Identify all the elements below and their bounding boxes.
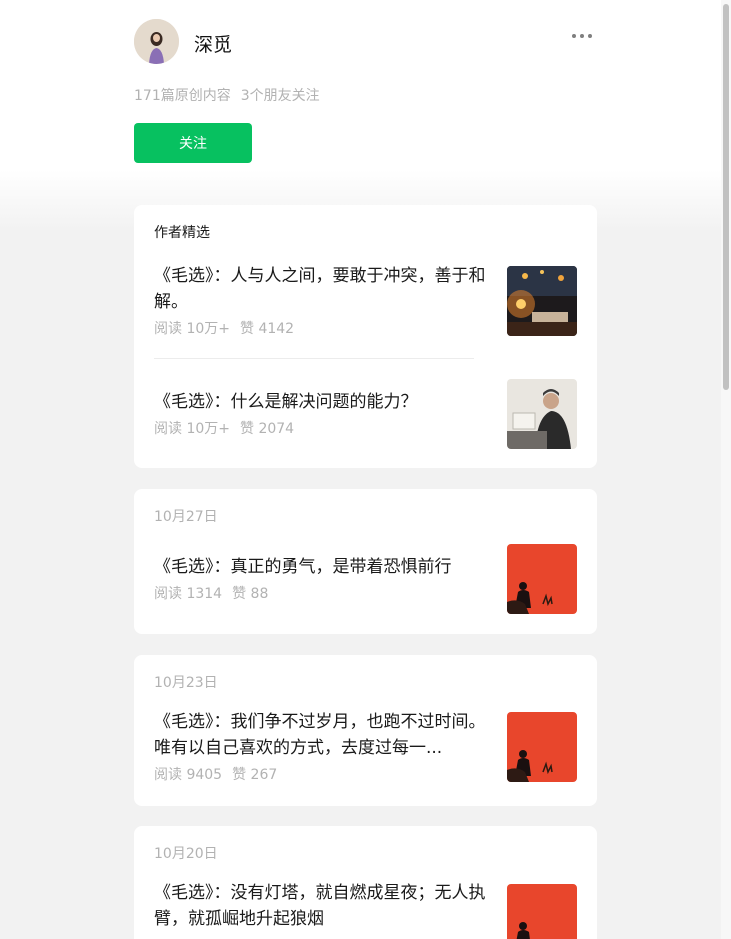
- follow-button[interactable]: 关注: [134, 123, 252, 163]
- read-count: 阅读 10万+: [154, 421, 230, 437]
- read-count: 阅读 1314: [154, 586, 223, 602]
- read-count: 阅读 10万+: [154, 321, 230, 337]
- article-title[interactable]: 《毛选》：人与人之间，要敢于冲突，善于和解。: [154, 263, 490, 315]
- desk-lamp-image[interactable]: [507, 266, 577, 336]
- date-group-card: 10月20日 《毛选》：没有灯塔，就自燃成星夜；无人执臂，就孤崛地升起狼烟: [134, 826, 597, 939]
- scrollbar-thumb[interactable]: [723, 4, 729, 390]
- silhouette-red-image[interactable]: [507, 712, 577, 782]
- silhouette-red-image[interactable]: [507, 544, 577, 614]
- publish-date: 10月20日: [154, 846, 218, 862]
- profile-header: 深觅: [134, 0, 597, 84]
- more-options-icon[interactable]: [572, 34, 592, 38]
- divider: [154, 358, 474, 359]
- account-stats: 171篇原创内容 3个朋友关注: [134, 85, 320, 105]
- date-group-card: 10月27日 《毛选》：真正的勇气，是带着恐惧前行 阅读 1314 赞 88: [134, 489, 597, 634]
- article-item[interactable]: 《毛选》：我们争不过岁月，也跑不过时间。唯有以自己喜欢的方式，去度过每一... …: [154, 709, 577, 784]
- silhouette-red-image[interactable]: [507, 884, 577, 939]
- article-title[interactable]: 《毛选》：我们争不过岁月，也跑不过时间。唯有以自己喜欢的方式，去度过每一...: [154, 709, 490, 761]
- publish-date: 10月23日: [154, 675, 218, 691]
- like-count: 赞 4142: [240, 321, 295, 337]
- article-item[interactable]: 《毛选》：人与人之间，要敢于冲突，善于和解。 阅读 10万+ 赞 4142: [154, 263, 577, 338]
- man-reading-image[interactable]: [507, 379, 577, 449]
- article-item[interactable]: 《毛选》：真正的勇气，是带着恐惧前行 阅读 1314 赞 88: [154, 544, 577, 614]
- publish-date: 10月27日: [154, 509, 218, 525]
- like-count: 赞 267: [232, 767, 278, 783]
- featured-card: 作者精选 《毛选》：人与人之间，要敢于冲突，善于和解。 阅读 10万+ 赞 41…: [134, 205, 597, 468]
- friends-following[interactable]: 3个朋友关注: [241, 85, 320, 105]
- article-item[interactable]: 《毛选》：没有灯塔，就自燃成星夜；无人执臂，就孤崛地升起狼烟: [154, 880, 577, 939]
- like-count: 赞 2074: [240, 421, 295, 437]
- like-count: 赞 88: [232, 586, 269, 602]
- account-name: 深觅: [194, 34, 233, 56]
- featured-title: 作者精选: [154, 225, 210, 241]
- scrollbar-track[interactable]: [721, 0, 731, 939]
- read-count: 阅读 9405: [154, 767, 223, 783]
- original-count: 171篇原创内容: [134, 88, 231, 104]
- avatar[interactable]: [134, 19, 179, 64]
- article-title[interactable]: 《毛选》：没有灯塔，就自燃成星夜；无人执臂，就孤崛地升起狼烟: [154, 880, 490, 932]
- article-item[interactable]: 《毛选》：什么是解决问题的能力？ 阅读 10万+ 赞 2074: [154, 379, 577, 449]
- article-title[interactable]: 《毛选》：真正的勇气，是带着恐惧前行: [154, 554, 490, 580]
- article-title[interactable]: 《毛选》：什么是解决问题的能力？: [154, 389, 490, 415]
- profile-page: 深觅 171篇原创内容 3个朋友关注 关注 作者精选 《毛选》：人与人之间，要敢…: [134, 0, 597, 939]
- date-group-card: 10月23日 《毛选》：我们争不过岁月，也跑不过时间。唯有以自己喜欢的方式，去度…: [134, 655, 597, 806]
